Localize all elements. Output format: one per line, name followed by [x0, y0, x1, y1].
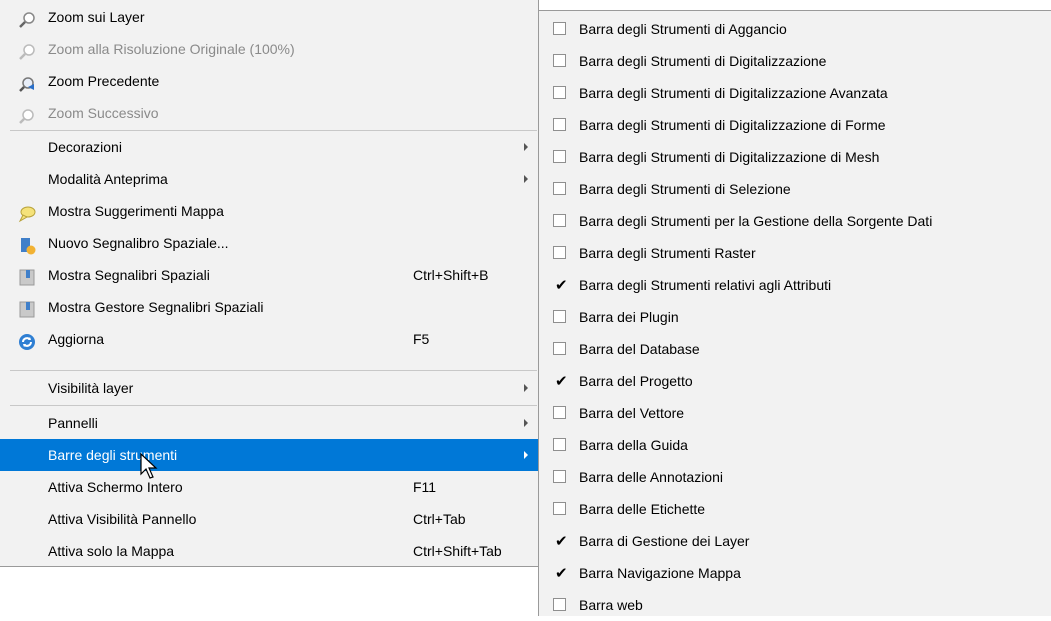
zoom-native-resolution-icon	[18, 40, 36, 60]
checkbox-icon[interactable]	[553, 118, 566, 131]
toolbar-toggle-item[interactable]: Barra degli Strumenti per la Gestione de…	[539, 205, 1051, 237]
toolbar-toggle-item[interactable]: Barra delle Annotazioni	[539, 461, 1051, 493]
checkbox-icon[interactable]	[553, 598, 566, 611]
toolbar-toggle-item[interactable]: Barra dei Plugin	[539, 301, 1051, 333]
toolbar-toggle-item[interactable]: Barra degli Strumenti di Selezione	[539, 173, 1051, 205]
toolbar-toggle-label: Barra degli Strumenti per la Gestione de…	[579, 213, 933, 229]
toolbar-toggle-item[interactable]: Barra del Database	[539, 333, 1051, 365]
checkbox-icon[interactable]	[553, 502, 566, 515]
toolbar-toggle-label: Barra degli Strumenti di Digitalizzazion…	[579, 85, 888, 101]
checkbox-icon[interactable]	[553, 246, 566, 259]
toolbar-toggle-label: Barra dei Plugin	[579, 309, 679, 325]
refresh-icon	[18, 330, 36, 350]
menu-item-refresh[interactable]: Aggiorna F5	[0, 323, 538, 355]
menu-item-map-tips[interactable]: Mostra Suggerimenti Mappa	[0, 195, 538, 227]
checkbox-icon[interactable]	[553, 310, 566, 323]
new-bookmark-icon	[18, 234, 36, 255]
menu-item-bookmark-manager[interactable]: Mostra Gestore Segnalibri Spaziali	[0, 291, 538, 323]
checkbox-icon[interactable]	[553, 86, 566, 99]
bookmark-manager-icon	[18, 298, 36, 318]
menu-item-panels[interactable]: Pannelli	[0, 407, 538, 439]
checkbox-icon[interactable]	[553, 470, 566, 483]
toolbar-toggle-label: Barra del Progetto	[579, 373, 693, 389]
checkbox-icon[interactable]	[553, 182, 566, 195]
toolbar-toggle-item[interactable]: Barra degli Strumenti Raster	[539, 237, 1051, 269]
toolbar-toggle-item[interactable]: Barra del Vettore	[539, 397, 1051, 429]
toolbar-toggle-label: Barra degli Strumenti di Digitalizzazion…	[579, 117, 886, 133]
submenu-arrow-icon	[524, 143, 528, 151]
zoom-previous-icon	[18, 72, 36, 92]
toolbar-toggle-label: Barra degli Strumenti di Selezione	[579, 181, 791, 197]
toolbar-toggle-item[interactable]: Barra degli Strumenti di Digitalizzazion…	[539, 141, 1051, 173]
checkmark-icon: ✔	[555, 532, 568, 550]
menu-item-new-bookmark[interactable]: Nuovo Segnalibro Spaziale...	[0, 227, 538, 259]
menu-item-toolbars[interactable]: Barre degli strumenti	[0, 439, 538, 471]
toolbar-toggle-label: Barra del Database	[579, 341, 700, 357]
checkbox-icon[interactable]	[553, 342, 566, 355]
menu-item-show-bookmarks[interactable]: Mostra Segnalibri Spaziali Ctrl+Shift+B	[0, 259, 538, 291]
mouse-cursor-icon	[140, 453, 158, 479]
menu-separator	[10, 405, 537, 406]
toolbar-toggle-label: Barra degli Strumenti di Digitalizzazion…	[579, 53, 827, 69]
checkbox-icon[interactable]	[553, 438, 566, 451]
menu-item-decorations[interactable]: Decorazioni	[0, 131, 538, 163]
toolbar-toggle-item[interactable]: Barra degli Strumenti di Digitalizzazion…	[539, 109, 1051, 141]
toolbar-toggle-label: Barra delle Etichette	[579, 501, 706, 517]
checkmark-icon: ✔	[555, 276, 568, 294]
toolbar-toggle-label: Barra della Guida	[579, 437, 688, 453]
checkmark-icon: ✔	[555, 564, 568, 582]
toolbar-toggle-item[interactable]: Barra della Guida	[539, 429, 1051, 461]
toolbar-toggle-item[interactable]: ✔ Barra degli Strumenti relativi agli Att…	[539, 269, 1051, 301]
toolbar-toggle-label: Barra degli Strumenti relativi agli Attr…	[579, 277, 832, 293]
checkbox-icon[interactable]	[553, 214, 566, 227]
checkbox-icon[interactable]	[553, 406, 566, 419]
toolbar-toggle-label: Barra degli Strumenti di Aggancio	[579, 21, 787, 37]
menu-item-zoom-next[interactable]: Zoom Successivo	[0, 97, 538, 129]
checkmark-icon: ✔	[555, 372, 568, 390]
toolbar-toggle-item[interactable]: Barra degli Strumenti di Digitalizzazion…	[539, 45, 1051, 77]
map-tips-icon	[18, 202, 36, 223]
checkbox-icon[interactable]	[553, 22, 566, 35]
zoom-layer-icon	[18, 8, 36, 28]
zoom-next-icon	[18, 104, 36, 124]
menu-item-layer-visibility[interactable]: Visibilità layer	[0, 372, 538, 404]
menu-item-fullscreen[interactable]: Attiva Schermo Intero F11	[0, 471, 538, 503]
menu-item-toggle-panels[interactable]: Attiva Visibilità Pannello Ctrl+Tab	[0, 503, 538, 535]
toolbar-toggle-item[interactable]: Barra degli Strumenti di Digitalizzazion…	[539, 77, 1051, 109]
toolbar-toggle-item[interactable]: ✔ Barra del Progetto	[539, 365, 1051, 397]
submenu-arrow-icon	[524, 175, 528, 183]
toolbar-toggle-item[interactable]: Barra web	[539, 589, 1051, 621]
menu-item-zoom-layer[interactable]: Zoom sui Layer	[0, 1, 538, 33]
toolbar-toggle-item[interactable]: Barra degli Strumenti di Aggancio	[539, 13, 1051, 45]
toolbar-toggle-label: Barra di Gestione dei Layer	[579, 533, 750, 549]
submenu-arrow-icon	[524, 384, 528, 392]
toolbar-toggle-item[interactable]: ✔ Barra di Gestione dei Layer	[539, 525, 1051, 557]
view-menu: Zoom sui Layer Zoom alla Risoluzione Ori…	[0, 0, 539, 567]
menu-separator	[10, 370, 537, 371]
toolbar-toggle-label: Barra delle Annotazioni	[579, 469, 723, 485]
toolbars-submenu: Barra degli Strumenti di Aggancio Barra d…	[538, 10, 1051, 616]
menu-item-map-only[interactable]: Attiva solo la Mappa Ctrl+Shift+Tab	[0, 535, 538, 567]
menu-item-preview-mode[interactable]: Modalità Anteprima	[0, 163, 538, 195]
toolbar-toggle-item[interactable]: ✔ Barra Navigazione Mappa	[539, 557, 1051, 589]
toolbar-toggle-label: Barra del Vettore	[579, 405, 685, 421]
checkbox-icon[interactable]	[553, 150, 566, 163]
toolbar-toggle-label: Barra web	[579, 597, 643, 613]
submenu-arrow-icon	[524, 419, 528, 427]
toolbar-toggle-label: Barra degli Strumenti di Digitalizzazion…	[579, 149, 880, 165]
menu-item-zoom-native[interactable]: Zoom alla Risoluzione Originale (100%)	[0, 33, 538, 65]
checkbox-icon[interactable]	[553, 54, 566, 67]
menu-item-zoom-previous[interactable]: Zoom Precedente	[0, 65, 538, 97]
submenu-arrow-icon	[524, 451, 528, 459]
bookmarks-icon	[18, 266, 36, 286]
toolbar-toggle-label: Barra Navigazione Mappa	[579, 565, 741, 581]
toolbar-toggle-item[interactable]: Barra delle Etichette	[539, 493, 1051, 525]
toolbar-toggle-label: Barra degli Strumenti Raster	[579, 245, 756, 261]
